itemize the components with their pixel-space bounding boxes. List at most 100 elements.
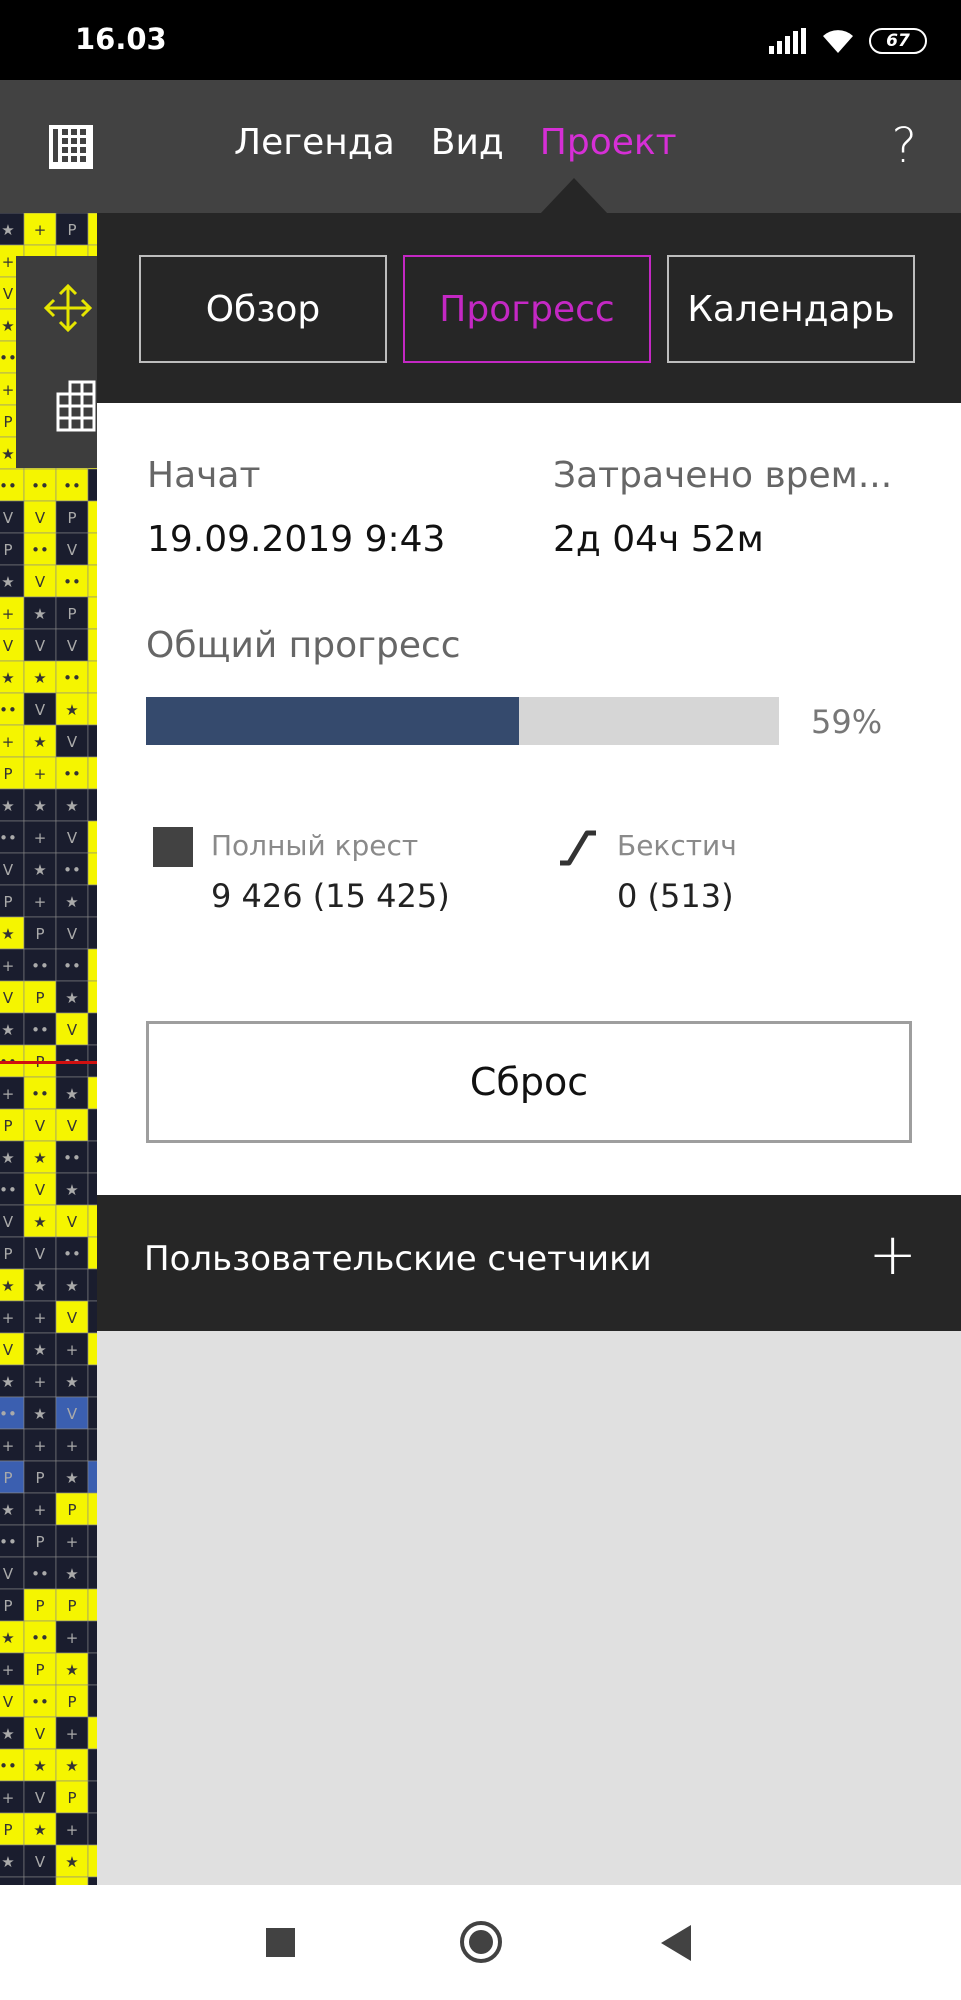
pattern-cell bbox=[23, 1876, 57, 1885]
pattern-symbol: ★ bbox=[33, 1405, 46, 1423]
pattern-symbol: ★ bbox=[65, 701, 78, 719]
pattern-cell bbox=[87, 1300, 97, 1334]
pattern-cell bbox=[87, 1236, 97, 1270]
help-button[interactable]: ? bbox=[892, 118, 917, 174]
pattern-cell bbox=[87, 596, 97, 630]
pattern-symbol: •• bbox=[0, 701, 17, 719]
project-panel: Обзор Прогресс Календарь Начат 19.09.201… bbox=[97, 213, 961, 1885]
pattern-symbol: ★ bbox=[33, 1341, 46, 1359]
pattern-symbol: P bbox=[3, 541, 12, 559]
pattern-symbol: V bbox=[35, 1181, 46, 1199]
backstitch-value: 0 (513) bbox=[617, 877, 734, 915]
pattern-cell bbox=[87, 884, 97, 918]
pattern-symbol: P bbox=[35, 1661, 44, 1679]
home-button[interactable] bbox=[458, 1919, 504, 1965]
pattern-symbol: + bbox=[66, 1821, 79, 1839]
pattern-symbol: V bbox=[67, 829, 78, 847]
pattern-symbol: + bbox=[34, 1437, 47, 1455]
pattern-symbol: ★ bbox=[1, 669, 14, 687]
pattern-symbol: + bbox=[34, 765, 47, 783]
pattern-symbol: + bbox=[34, 1309, 47, 1327]
pattern-cell bbox=[87, 1844, 97, 1878]
pattern-symbol: + bbox=[2, 957, 15, 975]
pattern-cell bbox=[87, 660, 97, 694]
pattern-symbol: P bbox=[3, 1117, 12, 1135]
pattern-cell bbox=[87, 1396, 97, 1430]
pattern-symbol: ★ bbox=[1, 1629, 14, 1647]
pattern-symbol: P bbox=[3, 413, 12, 431]
pattern-cell bbox=[87, 1556, 97, 1590]
pattern-symbol: ★ bbox=[33, 669, 46, 687]
pattern-symbol: •• bbox=[0, 1757, 17, 1775]
pattern-symbol: + bbox=[2, 1437, 15, 1455]
pattern-symbol: ★ bbox=[65, 797, 78, 815]
nav-view[interactable]: Вид bbox=[431, 122, 504, 163]
pattern-symbol: P bbox=[67, 1789, 76, 1807]
signal-icon bbox=[769, 28, 806, 54]
nav-project[interactable]: Проект bbox=[540, 122, 677, 163]
pattern-symbol: •• bbox=[31, 957, 49, 975]
pattern-symbol: V bbox=[3, 1341, 14, 1359]
pattern-cell bbox=[0, 1876, 25, 1885]
pattern-symbol: + bbox=[2, 253, 15, 271]
pattern-symbol: •• bbox=[31, 1085, 49, 1103]
pattern-symbol: ★ bbox=[1, 1021, 14, 1039]
pattern-cell bbox=[87, 1588, 97, 1622]
pattern-symbol: ★ bbox=[65, 1661, 78, 1679]
pattern-symbol: + bbox=[2, 381, 15, 399]
pattern-symbol: ★ bbox=[1, 797, 14, 815]
pattern-symbol: ★ bbox=[1, 925, 14, 943]
pattern-symbol: ★ bbox=[1, 1277, 14, 1295]
pattern-symbol: P bbox=[35, 925, 44, 943]
pattern-symbol: •• bbox=[63, 477, 81, 495]
add-counter-button[interactable]: + bbox=[868, 1225, 917, 1283]
pattern-symbol: P bbox=[3, 765, 12, 783]
tab-calendar[interactable]: Календарь bbox=[667, 255, 915, 363]
nav-legend[interactable]: Легенда bbox=[234, 122, 395, 163]
pattern-symbol: + bbox=[66, 1533, 79, 1551]
pattern-grid-icon[interactable] bbox=[48, 124, 94, 170]
pattern-cell bbox=[87, 788, 97, 822]
pattern-symbol: ★ bbox=[33, 1277, 46, 1295]
pattern-symbol: P bbox=[3, 893, 12, 911]
tab-progress[interactable]: Прогресс bbox=[403, 255, 651, 363]
reset-button[interactable]: Сброс bbox=[146, 1021, 912, 1143]
pattern-cell bbox=[87, 564, 97, 598]
pattern-symbol: + bbox=[2, 1085, 15, 1103]
pattern-cell bbox=[87, 1140, 97, 1174]
overall-progress-label: Общий прогресс bbox=[146, 625, 461, 666]
pattern-cell bbox=[87, 724, 97, 758]
select-area-icon[interactable] bbox=[56, 380, 96, 432]
pattern-cell bbox=[87, 500, 97, 534]
battery-icon: 67 bbox=[869, 28, 927, 54]
pattern-symbol: ★ bbox=[1, 1149, 14, 1167]
pattern-symbol: •• bbox=[63, 765, 81, 783]
pattern-symbol: V bbox=[67, 1213, 78, 1231]
pattern-symbol: V bbox=[35, 637, 46, 655]
pattern-symbol: ★ bbox=[1, 1725, 14, 1743]
pattern-symbol: ★ bbox=[65, 1565, 78, 1583]
pattern-symbol: ★ bbox=[33, 797, 46, 815]
pattern-symbol: V bbox=[35, 509, 46, 527]
pattern-symbol: ★ bbox=[1, 445, 14, 463]
pattern-grid-line bbox=[0, 1061, 97, 1064]
pattern-cell bbox=[87, 1332, 97, 1366]
pattern-cell bbox=[87, 1364, 97, 1398]
progress-content: Начат 19.09.2019 9:43 Затрачено врем... … bbox=[97, 403, 961, 1195]
custom-counters-list bbox=[97, 1335, 961, 1885]
recents-button[interactable] bbox=[266, 1928, 295, 1957]
pattern-symbol: •• bbox=[31, 1693, 49, 1711]
pattern-cell bbox=[87, 1876, 97, 1885]
pattern-symbol: •• bbox=[0, 1405, 17, 1423]
back-button[interactable] bbox=[661, 1925, 691, 1961]
pattern-symbol: ★ bbox=[1, 1501, 14, 1519]
started-value: 19.09.2019 9:43 bbox=[147, 519, 446, 560]
pattern-symbol: P bbox=[67, 1501, 76, 1519]
pattern-symbol: ★ bbox=[33, 733, 46, 751]
move-icon[interactable] bbox=[42, 282, 94, 334]
tab-overview[interactable]: Обзор bbox=[139, 255, 387, 363]
pattern-cell bbox=[87, 916, 97, 950]
pattern-symbol: ★ bbox=[65, 893, 78, 911]
pattern-symbol: V bbox=[3, 637, 14, 655]
pattern-symbol: + bbox=[2, 733, 15, 751]
